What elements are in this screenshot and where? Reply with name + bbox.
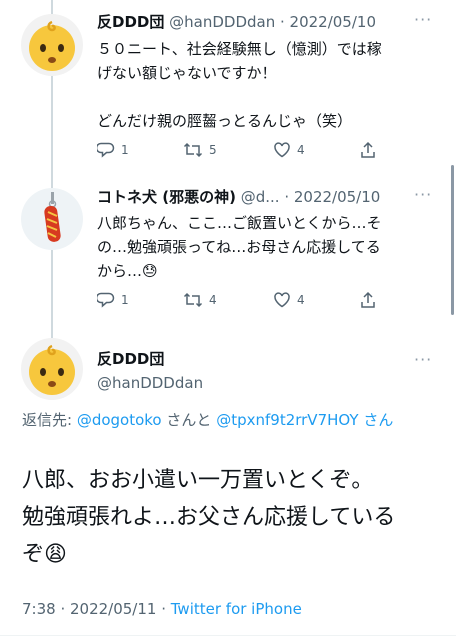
thread-line <box>51 74 53 188</box>
tweet-text: ５０ニート、社会経験無し（憶測）では稼 げない額じゃないですか！ どんだけ親の脛… <box>97 37 437 133</box>
retweet-icon <box>183 292 203 308</box>
tweet-line: 勉強頑張れよ…お父さん応援している <box>22 505 396 530</box>
share-button[interactable] <box>359 291 377 309</box>
baby-emoji-icon <box>21 14 83 76</box>
heart-icon <box>274 292 290 308</box>
replying-to: 返信先: @dogotoko さんと @tpxnf9t2rrV7HOY さん <box>22 409 442 431</box>
avatar[interactable] <box>21 14 83 76</box>
heart-icon <box>274 142 290 158</box>
tweet-header: 反DDD団 @hanDDDdan · 2022/05/10 <box>97 12 376 32</box>
tweet-time[interactable]: 7:38 · 2022/05/11 · <box>22 600 171 618</box>
display-name[interactable]: コトネ犬 (邪悪の神) <box>97 188 236 206</box>
tweet-line <box>97 85 437 109</box>
reply-icon <box>97 142 115 158</box>
timestamp[interactable]: · 2022/05/10 <box>284 188 380 206</box>
display-name[interactable]: 反DDD団 <box>97 349 164 369</box>
retweet-icon <box>183 142 203 158</box>
reply-prefix: 返信先: <box>22 411 77 429</box>
handle[interactable]: @hanDDDdan <box>169 13 275 31</box>
more-options-icon[interactable]: ··· <box>414 350 432 369</box>
handle[interactable]: @d... <box>241 188 280 206</box>
retweet-count: 4 <box>209 293 217 307</box>
avatar[interactable] <box>21 338 83 400</box>
tweet-actions: 1 5 4 <box>97 141 377 159</box>
more-options-icon[interactable]: ··· <box>414 185 432 204</box>
tweet-text: 八郎ちゃん、ここ…ご飯置いとくから…そ の…勉強頑張ってね…お母さん応援してる … <box>97 211 437 283</box>
tweet-line: げない額じゃないですか！ <box>97 64 277 82</box>
reply-icon <box>97 292 115 308</box>
share-icon <box>361 141 375 158</box>
share-button[interactable] <box>359 141 377 159</box>
tweet-line: ５０ニート、社会経験無し（憶測）では稼 <box>97 40 382 58</box>
mention-link[interactable]: @tpxnf9t2rrV7HOY <box>216 411 358 429</box>
tweet-text: 八郎、おお小遣い一万置いとくぞ。 勉強頑張れよ…お父さん応援している ぞ😩 <box>22 462 442 573</box>
retweet-button[interactable]: 5 <box>183 141 273 159</box>
divider <box>0 635 456 636</box>
thread-line <box>51 0 53 14</box>
tweet-line: ぞ😩 <box>22 542 67 567</box>
tweet-line: 八郎、おお小遣い一万置いとくぞ。 <box>22 468 374 493</box>
retweet-button[interactable]: 4 <box>183 291 273 309</box>
reply-button[interactable]: 1 <box>97 141 183 159</box>
like-button[interactable]: 4 <box>273 141 359 159</box>
scrollbar[interactable] <box>451 165 454 315</box>
like-button[interactable]: 4 <box>273 291 359 309</box>
retweet-count: 5 <box>209 143 217 157</box>
more-options-icon[interactable]: ··· <box>414 10 432 29</box>
tweet-line: の…勉強頑張ってね…お母さん応援してる <box>97 238 381 256</box>
thread-line <box>51 250 53 338</box>
reply-count: 1 <box>121 293 129 307</box>
tweet-line: 八郎ちゃん、ここ…ご飯置いとくから…そ <box>97 214 382 232</box>
tweet-source[interactable]: Twitter for iPhone <box>171 600 302 618</box>
baby-emoji-icon <box>21 338 83 400</box>
reply-and: さんと <box>166 411 212 429</box>
mention-link[interactable]: @dogotoko <box>77 411 162 429</box>
reply-count: 1 <box>121 143 129 157</box>
like-count: 4 <box>297 143 305 157</box>
tweet-actions: 1 4 4 <box>97 291 377 309</box>
avatar[interactable] <box>21 188 83 250</box>
display-name[interactable]: 反DDD団 <box>97 13 164 31</box>
timestamp[interactable]: · 2022/05/10 <box>280 13 376 31</box>
tweet-line: から…😓 <box>97 262 158 280</box>
like-count: 4 <box>297 293 305 307</box>
mention-suffix[interactable]: さん <box>363 411 393 429</box>
sausage-keychain-icon <box>21 188 83 250</box>
handle[interactable]: @hanDDDdan <box>97 373 203 393</box>
tweet-meta-footer: 7:38 · 2022/05/11 · Twitter for iPhone <box>22 600 302 618</box>
tweet-header: コトネ犬 (邪悪の神) @d... · 2022/05/10 <box>97 187 380 207</box>
share-icon <box>361 291 375 308</box>
reply-button[interactable]: 1 <box>97 291 183 309</box>
tweet-line: どんだけ親の脛齧っとるんじゃ（笑） <box>97 112 353 130</box>
